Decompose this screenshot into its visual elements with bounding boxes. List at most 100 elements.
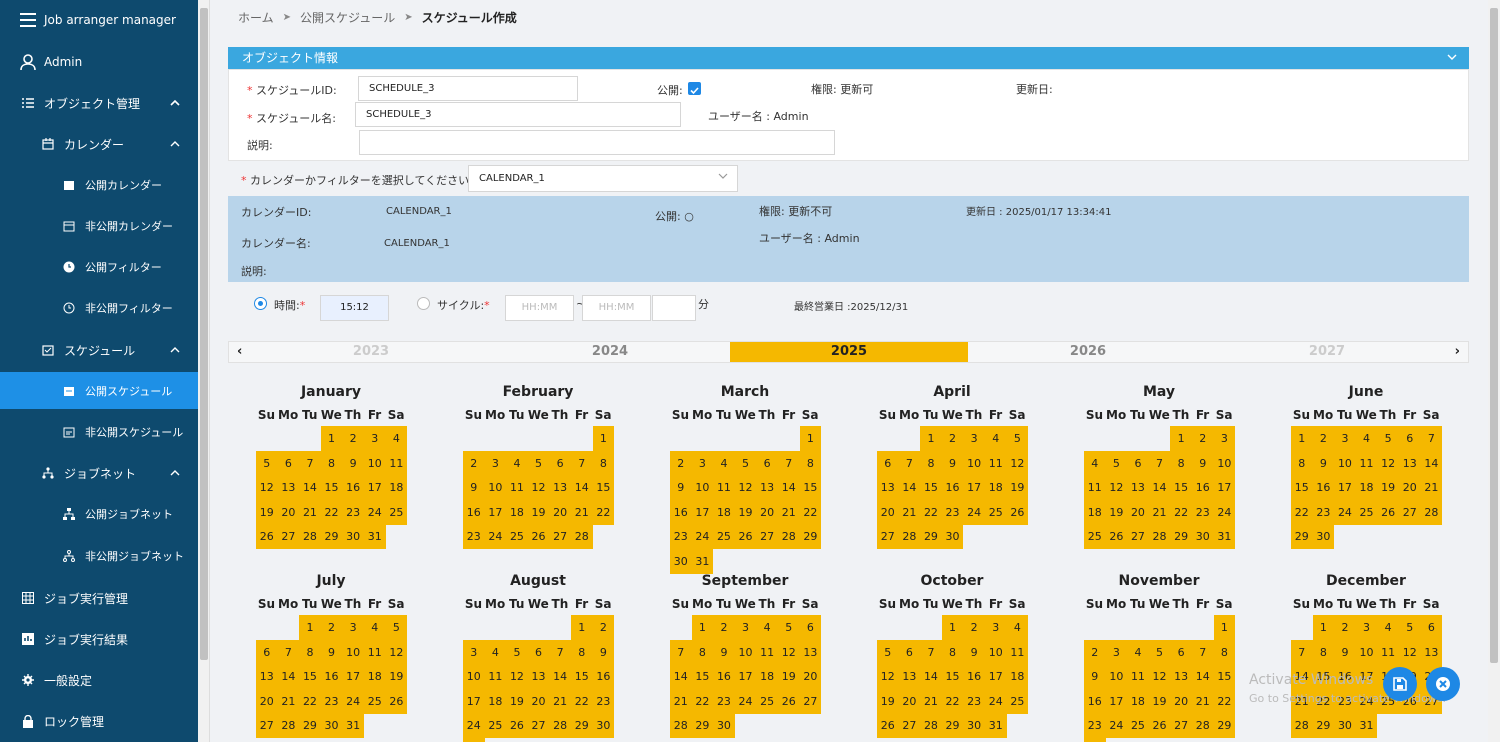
day-cell[interactable]: 8 xyxy=(920,450,942,476)
day-cell[interactable]: 3 xyxy=(463,639,485,665)
day-cell[interactable]: 14 xyxy=(920,664,942,690)
day-cell[interactable]: 23 xyxy=(1084,713,1106,739)
day-cell[interactable]: 19 xyxy=(877,688,899,714)
day-cell[interactable]: 31 xyxy=(364,524,386,550)
day-cell[interactable]: 8 xyxy=(799,450,822,476)
day-cell[interactable]: 12 xyxy=(734,475,757,501)
day-cell[interactable]: 16 xyxy=(1084,688,1106,714)
day-cell[interactable]: 16 xyxy=(342,475,364,501)
day-cell[interactable]: 20 xyxy=(277,499,300,525)
public-checkbox[interactable] xyxy=(688,82,701,95)
day-cell[interactable]: 18 xyxy=(713,499,735,525)
day-cell[interactable]: 28 xyxy=(277,713,300,739)
day-cell[interactable]: 11 xyxy=(985,450,1007,476)
day-cell[interactable]: 4 xyxy=(364,615,386,640)
day-cell[interactable]: 11 xyxy=(364,639,386,665)
day-cell[interactable]: 28 xyxy=(1148,524,1171,550)
day-cell[interactable]: 1 xyxy=(1291,426,1313,451)
day-cell[interactable]: 5 xyxy=(734,450,757,476)
day-cell[interactable]: 12 xyxy=(1105,475,1128,501)
day-cell[interactable]: 23 xyxy=(670,524,692,550)
day-cell[interactable]: 4 xyxy=(1006,615,1029,640)
day-cell[interactable]: 26 xyxy=(1006,499,1029,525)
day-cell[interactable]: 17 xyxy=(963,475,985,501)
day-cell[interactable]: 19 xyxy=(506,688,528,714)
day-cell[interactable]: 8 xyxy=(691,639,714,665)
day-cell[interactable]: 7 xyxy=(920,639,942,665)
day-cell[interactable]: 18 xyxy=(1355,475,1378,501)
day-cell[interactable]: 1 xyxy=(299,615,321,640)
day-cell[interactable]: 13 xyxy=(1399,450,1421,476)
day-cell[interactable]: 23 xyxy=(592,688,615,714)
day-cell[interactable]: 26 xyxy=(1148,713,1171,739)
day-cell[interactable]: 13 xyxy=(799,639,822,665)
day-cell[interactable]: 13 xyxy=(527,664,550,690)
day-cell[interactable]: 27 xyxy=(877,524,899,550)
day-cell[interactable]: 25 xyxy=(1006,688,1029,714)
day-cell[interactable]: 28 xyxy=(1420,499,1443,525)
day-cell[interactable]: 26 xyxy=(256,524,278,550)
sidebar-item-job-result[interactable]: ジョブ実行結果 xyxy=(0,619,198,659)
day-cell[interactable]: 10 xyxy=(1334,450,1356,476)
day-cell[interactable]: 27 xyxy=(527,713,550,739)
day-cell[interactable]: 23 xyxy=(963,688,985,714)
save-button[interactable] xyxy=(1383,667,1417,701)
day-cell[interactable]: 13 xyxy=(756,475,778,501)
day-cell[interactable]: 1 xyxy=(799,426,822,451)
chevron-down-icon[interactable] xyxy=(1447,47,1457,69)
day-cell[interactable]: 27 xyxy=(898,713,921,739)
day-cell[interactable]: 16 xyxy=(463,499,485,525)
day-cell[interactable]: 30 xyxy=(941,524,964,550)
day-cell[interactable]: 31 xyxy=(342,713,364,739)
day-cell[interactable]: 16 xyxy=(670,499,692,525)
day-cell[interactable]: 8 xyxy=(941,639,964,665)
cycle-start-input[interactable]: HH:MM xyxy=(505,295,574,321)
breadcrumb-parent[interactable]: 公開スケジュール xyxy=(300,9,395,26)
day-cell[interactable]: 16 xyxy=(941,475,964,501)
day-cell[interactable]: 29 xyxy=(299,713,321,739)
next-year-button[interactable]: › xyxy=(1455,342,1460,362)
day-cell[interactable]: 5 xyxy=(1105,450,1128,476)
day-cell[interactable]: 22 xyxy=(320,499,343,525)
day-cell[interactable]: 23 xyxy=(941,499,964,525)
day-cell[interactable]: 14 xyxy=(1148,475,1171,501)
day-cell[interactable]: 4 xyxy=(484,639,507,665)
day-cell[interactable]: 11 xyxy=(713,475,735,501)
day-cell[interactable]: 21 xyxy=(1192,688,1214,714)
day-cell[interactable]: 19 xyxy=(1148,688,1171,714)
day-cell[interactable]: 31 xyxy=(1355,713,1378,739)
day-cell[interactable]: 19 xyxy=(734,499,757,525)
day-cell[interactable]: 17 xyxy=(1213,475,1236,501)
day-cell[interactable]: 8 xyxy=(1170,450,1192,476)
day-cell[interactable]: 6 xyxy=(256,639,278,665)
day-cell[interactable]: 10 xyxy=(1213,450,1236,476)
day-cell[interactable]: 31 xyxy=(1213,524,1236,550)
day-cell[interactable]: 26 xyxy=(527,524,550,550)
day-cell[interactable]: 25 xyxy=(985,499,1007,525)
day-cell[interactable]: 27 xyxy=(549,524,571,550)
day-cell[interactable]: 4 xyxy=(1084,450,1106,476)
cycle-minutes-input[interactable] xyxy=(652,295,696,321)
day-cell[interactable]: 8 xyxy=(571,639,593,665)
day-cell[interactable]: 29 xyxy=(799,524,822,550)
day-cell[interactable]: 14 xyxy=(1192,664,1214,690)
day-cell[interactable]: 1 xyxy=(920,426,942,451)
day-cell[interactable]: 13 xyxy=(898,664,921,690)
day-cell[interactable]: 10 xyxy=(463,664,485,690)
day-cell[interactable]: 16 xyxy=(1312,475,1335,501)
day-cell[interactable]: 12 xyxy=(506,664,528,690)
day-cell[interactable]: 11 xyxy=(1006,639,1029,665)
day-cell[interactable]: 23 xyxy=(320,688,343,714)
day-cell[interactable]: 9 xyxy=(1334,639,1356,665)
day-cell[interactable]: 14 xyxy=(299,475,321,501)
day-cell[interactable]: 31 xyxy=(985,713,1007,739)
day-cell[interactable]: 30 xyxy=(1192,524,1214,550)
day-cell[interactable]: 30 xyxy=(342,524,364,550)
year-item[interactable]: 2026 xyxy=(969,342,1207,362)
day-cell[interactable]: 6 xyxy=(1127,450,1149,476)
day-cell[interactable]: 15 xyxy=(1213,664,1236,690)
day-cell[interactable]: 10 xyxy=(364,450,386,476)
day-cell[interactable]: 24 xyxy=(1334,499,1356,525)
day-cell[interactable]: 6 xyxy=(277,450,300,476)
day-cell[interactable]: 5 xyxy=(778,615,800,640)
